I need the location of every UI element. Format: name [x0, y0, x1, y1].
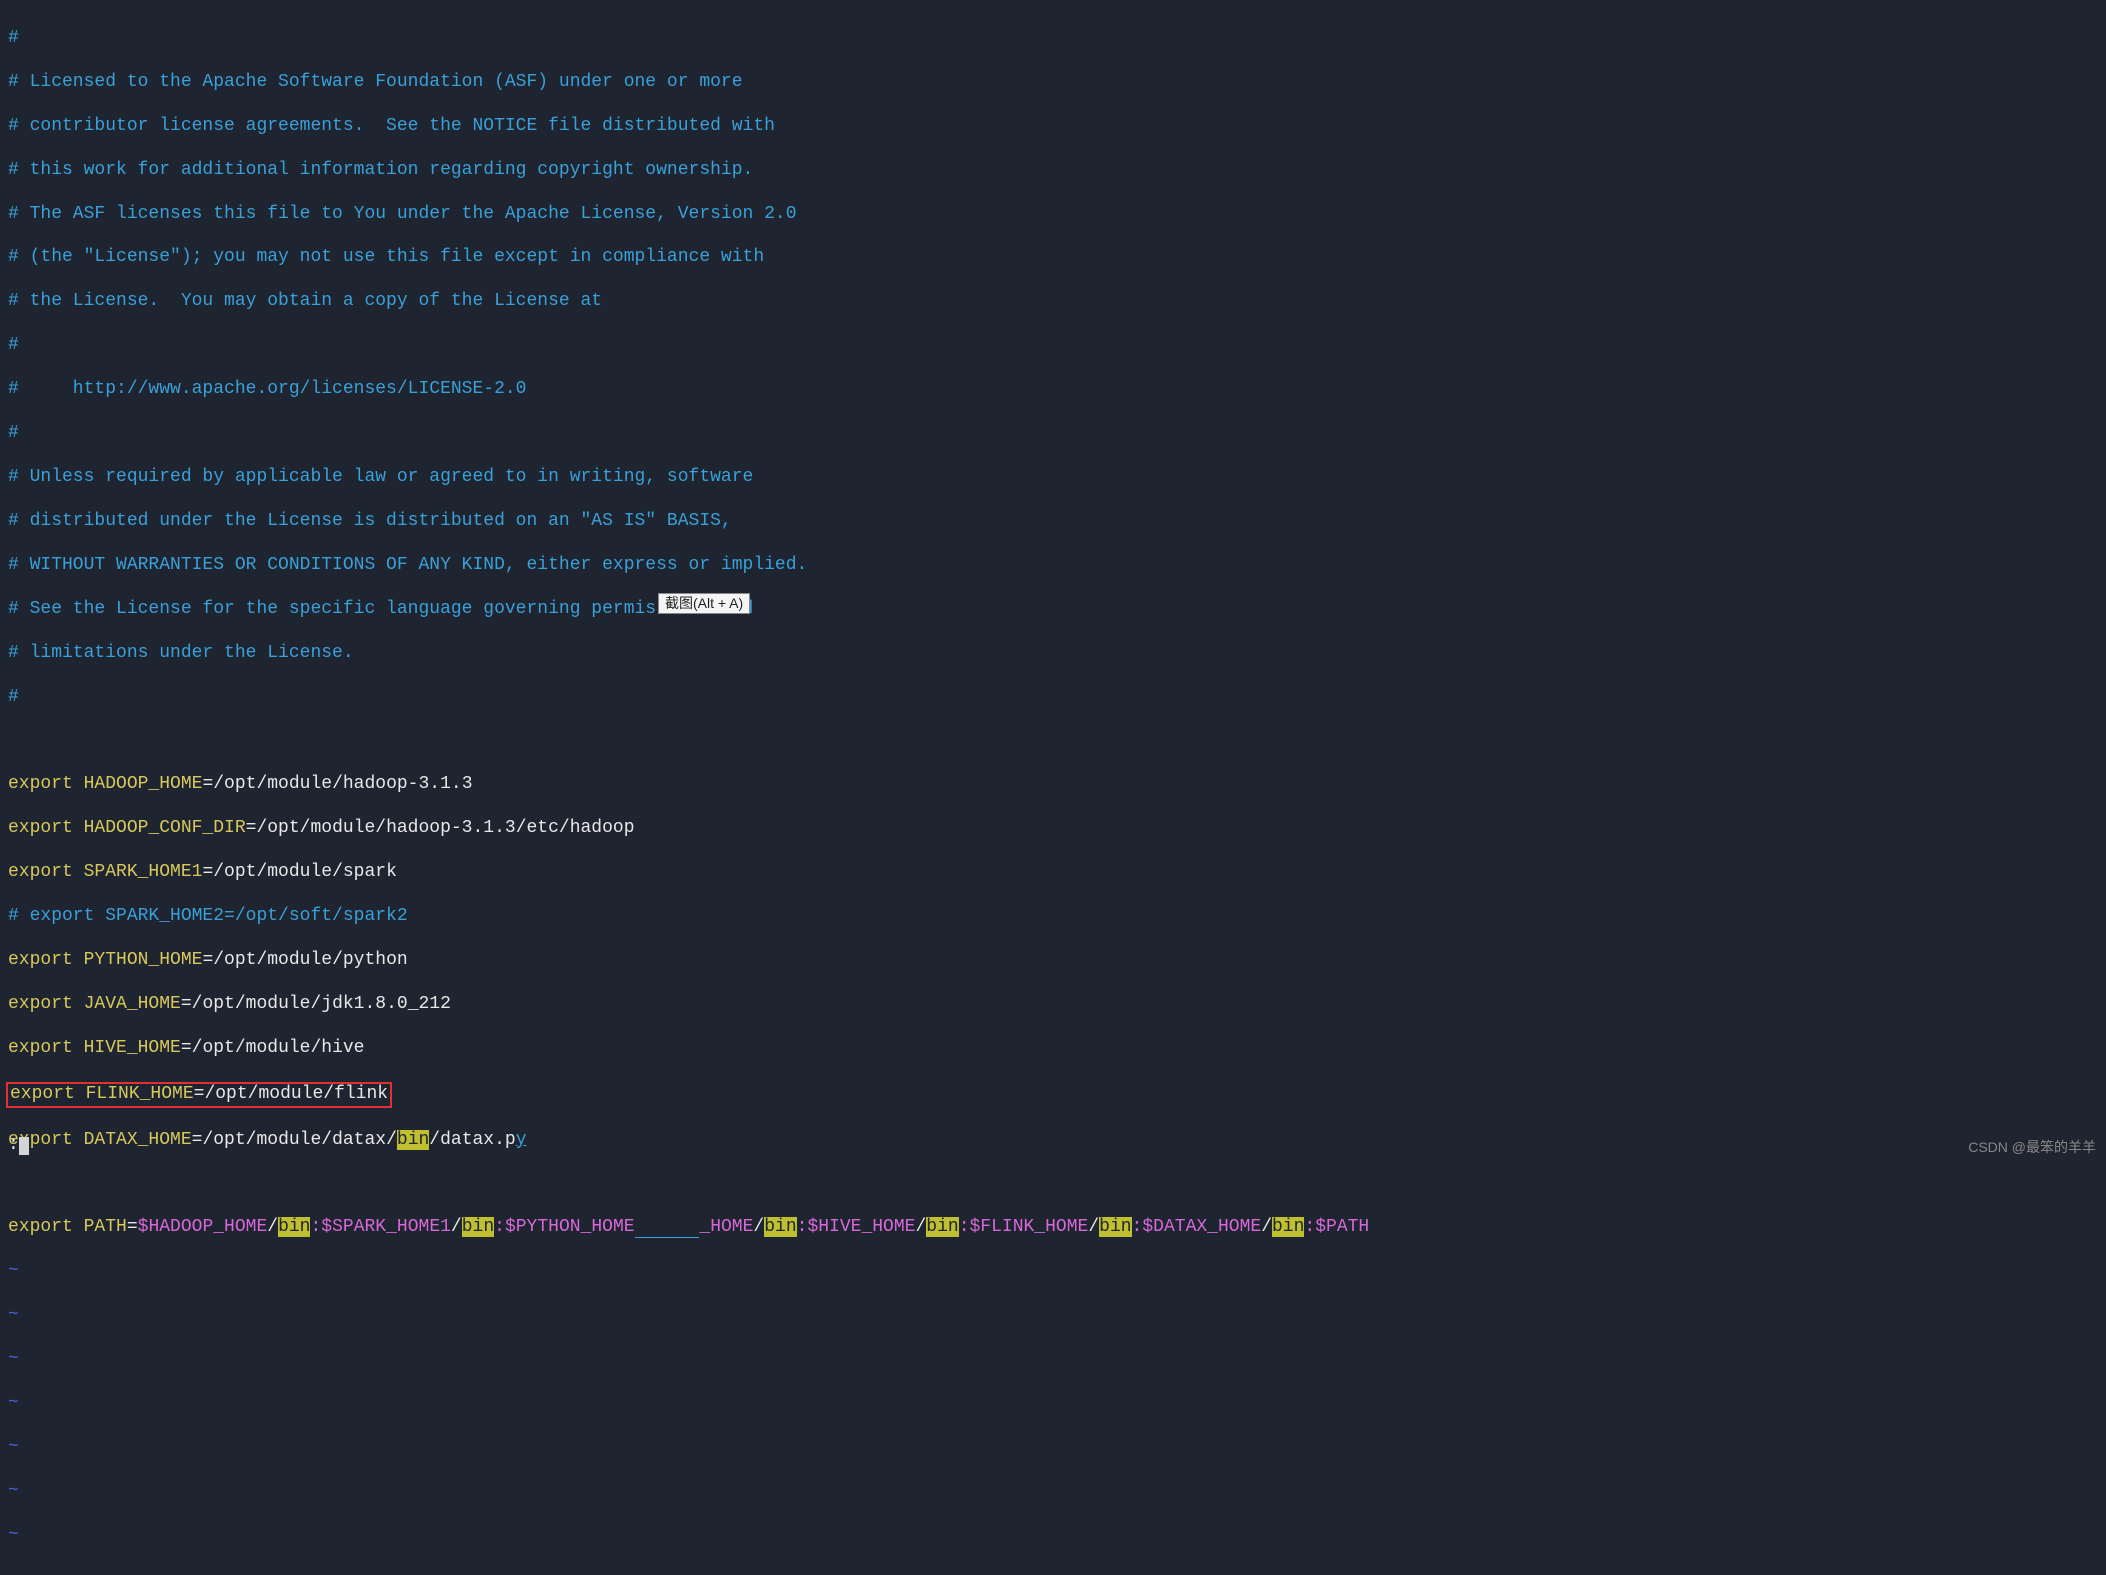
blank-line	[8, 730, 2098, 752]
cursor-icon	[19, 1137, 29, 1155]
export-python: export PYTHON_HOME=/opt/module/python	[8, 950, 2098, 972]
license-line: # See the License for the specific langu…	[8, 599, 2098, 621]
blank-line	[8, 1174, 2098, 1196]
license-line: # contributor license agreements. See th…	[8, 116, 2098, 138]
license-line: # WITHOUT WARRANTIES OR CONDITIONS OF AN…	[8, 555, 2098, 577]
tilde-line: ~	[8, 1525, 2098, 1547]
tilde-line: ~	[8, 1481, 2098, 1503]
export-spark1: export SPARK_HOME1=/opt/module/spark	[8, 862, 2098, 884]
license-line: # distributed under the License is distr…	[8, 511, 2098, 533]
export-hadoop-home: export HADOOP_HOME=/opt/module/hadoop-3.…	[8, 774, 2098, 796]
watermark: CSDN @最笨的羊羊	[1968, 1139, 2096, 1156]
terminal-editor[interactable]: # # Licensed to the Apache Software Foun…	[0, 0, 2106, 1575]
screenshot-tooltip: 截图(Alt + A)	[658, 593, 750, 614]
license-line: # The ASF licenses this file to You unde…	[8, 204, 2098, 226]
license-line: # Unless required by applicable law or a…	[8, 467, 2098, 489]
license-line: #	[8, 423, 2098, 445]
export-flink-highlighted: export FLINK_HOME=/opt/module/flink	[8, 1082, 2098, 1108]
license-line: # limitations under the License.	[8, 643, 2098, 665]
license-line: # the License. You may obtain a copy of …	[8, 291, 2098, 313]
tilde-line: ~	[8, 1261, 2098, 1283]
tilde-line: ~	[8, 1305, 2098, 1327]
license-line: # http://www.apache.org/licenses/LICENSE…	[8, 379, 2098, 401]
vim-command-line[interactable]: :	[8, 1135, 29, 1157]
license-line: # this work for additional information r…	[8, 160, 2098, 182]
tilde-line: ~	[8, 1349, 2098, 1371]
license-line: #	[8, 687, 2098, 709]
export-spark2-commented: # export SPARK_HOME2=/opt/soft/spark2	[8, 906, 2098, 928]
license-line: # (the "License"); you may not use this …	[8, 247, 2098, 269]
export-datax: export DATAX_HOME=/opt/module/datax/bin/…	[8, 1130, 2098, 1152]
tilde-line: ~	[8, 1393, 2098, 1415]
license-line: #	[8, 335, 2098, 357]
export-path: export PATH=$HADOOP_HOME/bin:$SPARK_HOME…	[8, 1217, 2098, 1239]
export-hive: export HIVE_HOME=/opt/module/hive	[8, 1038, 2098, 1060]
license-line: # Licensed to the Apache Software Founda…	[8, 72, 2098, 94]
license-line: #	[8, 28, 2098, 50]
export-java: export JAVA_HOME=/opt/module/jdk1.8.0_21…	[8, 994, 2098, 1016]
export-hadoop-conf: export HADOOP_CONF_DIR=/opt/module/hadoo…	[8, 818, 2098, 840]
tilde-line: ~	[8, 1437, 2098, 1459]
